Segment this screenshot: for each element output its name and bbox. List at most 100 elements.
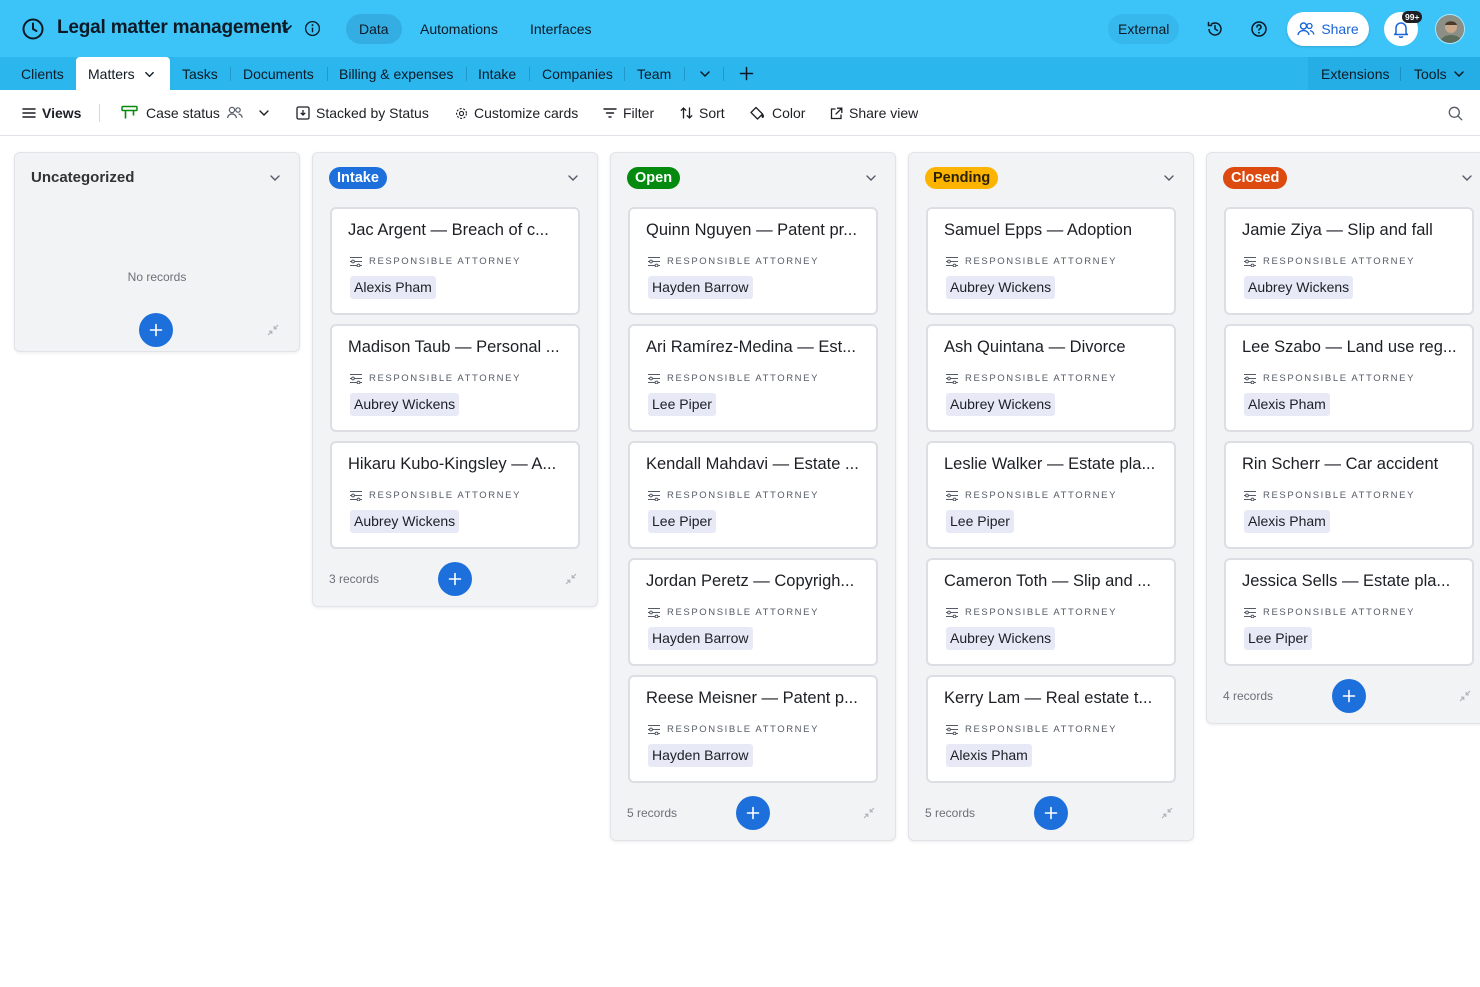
field-label: RESPONSIBLE ATTORNEY xyxy=(1243,607,1415,618)
base-title[interactable]: Legal matter management xyxy=(57,17,288,39)
table-tab-intake[interactable]: Intake xyxy=(478,57,516,90)
status-badge: Intake xyxy=(329,167,387,189)
add-table-plus-icon[interactable] xyxy=(739,66,754,81)
extensions-button[interactable]: Extensions xyxy=(1321,57,1389,90)
chevron-down-icon[interactable] xyxy=(1453,68,1465,80)
record-card[interactable]: Kerry Lam — Real estate t... RESPONSIBLE … xyxy=(926,675,1176,783)
help-icon[interactable] xyxy=(1249,19,1269,39)
attorney-chip: Lee Piper xyxy=(1244,627,1312,650)
record-card[interactable]: Leslie Walker — Estate pla... RESPONSIBLE… xyxy=(926,441,1176,549)
field-label-text: RESPONSIBLE ATTORNEY xyxy=(369,490,522,501)
record-card[interactable]: Ari Ramírez-Medina — Est... RESPONSIBLE A… xyxy=(628,324,878,432)
record-card[interactable]: Jamie Ziya — Slip and fall RESPONSIBLE AT… xyxy=(1224,207,1474,315)
column-header[interactable]: Uncategorized xyxy=(31,167,134,189)
chevron-down-icon[interactable] xyxy=(865,172,877,184)
field-label: RESPONSIBLE ATTORNEY xyxy=(349,490,521,501)
share-view-label: Share view xyxy=(849,105,919,121)
attorney-chip: Hayden Barrow xyxy=(648,744,753,767)
collapse-icon[interactable] xyxy=(863,807,875,819)
nav-tab-automations[interactable]: Automations xyxy=(407,14,511,44)
column-header[interactable]: Intake xyxy=(329,167,387,189)
field-label-text: RESPONSIBLE ATTORNEY xyxy=(965,256,1118,267)
plus-icon xyxy=(149,323,163,337)
column-header[interactable]: Closed xyxy=(1223,167,1288,189)
share-view-button[interactable]: Share view xyxy=(830,90,918,136)
attorney-chip: Aubrey Wickens xyxy=(1244,276,1354,299)
table-tab-tasks[interactable]: Tasks xyxy=(182,57,218,90)
collapse-icon[interactable] xyxy=(1161,807,1173,819)
table-tab-label: Matters xyxy=(88,66,135,82)
color-button[interactable]: Color xyxy=(750,90,805,136)
table-tab-matters[interactable]: Matters xyxy=(76,57,170,90)
add-record-button[interactable] xyxy=(438,562,472,596)
collapse-icon[interactable] xyxy=(565,573,577,585)
table-tab-clients[interactable]: Clients xyxy=(21,57,64,90)
lookup-field-icon xyxy=(1244,490,1256,501)
chevron-down-icon[interactable] xyxy=(567,172,579,184)
field-label-text: RESPONSIBLE ATTORNEY xyxy=(667,256,820,267)
record-count: 5 records xyxy=(925,806,976,820)
chevron-down-icon[interactable] xyxy=(281,22,293,34)
attorney-chip: Alexis Pham xyxy=(1244,510,1330,533)
record-card[interactable]: Jac Argent — Breach of c... RESPONSIBLE A… xyxy=(330,207,580,315)
history-icon[interactable] xyxy=(1205,19,1225,39)
table-tab-documents[interactable]: Documents xyxy=(243,57,314,90)
record-card[interactable]: Kendall Mahdavi — Estate ... RESPONSIBLE … xyxy=(628,441,878,549)
add-record-button[interactable] xyxy=(736,796,770,830)
chevron-down-icon[interactable] xyxy=(1461,172,1473,184)
add-record-button[interactable] xyxy=(1332,679,1366,713)
record-card[interactable]: Hikaru Kubo-Kingsley — A... RESPONSIBLE A… xyxy=(330,441,580,549)
collapse-icon[interactable] xyxy=(267,324,279,336)
external-button[interactable]: External xyxy=(1108,14,1180,44)
sort-button[interactable]: Sort xyxy=(680,90,725,136)
lookup-field-icon xyxy=(1244,607,1256,618)
extensions-area: Extensions Tools xyxy=(1308,57,1480,90)
column-header[interactable]: Pending xyxy=(925,167,999,189)
clock-logo-icon[interactable] xyxy=(21,17,45,41)
chevron-down-icon[interactable] xyxy=(1163,172,1175,184)
filter-button[interactable]: Filter xyxy=(603,90,654,136)
color-label: Color xyxy=(772,105,806,121)
tab-divider xyxy=(684,67,685,81)
views-label: Views xyxy=(42,105,82,121)
nav-tab-interfaces[interactable]: Interfaces xyxy=(517,14,604,44)
menu-icon xyxy=(22,108,36,118)
record-card[interactable]: Reese Meisner — Patent p... RESPONSIBLE A… xyxy=(628,675,878,783)
record-card[interactable]: Samuel Epps — Adoption RESPONSIBLE ATTORN… xyxy=(926,207,1176,315)
view-switcher[interactable]: Case status xyxy=(121,90,270,136)
add-record-button[interactable] xyxy=(1034,796,1068,830)
record-card[interactable]: Jordan Peretz — Copyrigh... RESPONSIBLE A… xyxy=(628,558,878,666)
record-card[interactable]: Ash Quintana — Divorce RESPONSIBLE ATTORN… xyxy=(926,324,1176,432)
record-card[interactable]: Jessica Sells — Estate pla... RESPONSIBLE… xyxy=(1224,558,1474,666)
record-card[interactable]: Cameron Toth — Slip and ... RESPONSIBLE A… xyxy=(926,558,1176,666)
card-title: Ash Quintana — Divorce xyxy=(944,338,1126,356)
attorney-chip: Aubrey Wickens xyxy=(350,510,460,533)
stacked-by-button[interactable]: Stacked by Status xyxy=(296,90,429,136)
attorney-chip: Aubrey Wickens xyxy=(946,276,1056,299)
nav-tab-data[interactable]: Data xyxy=(346,14,402,44)
info-icon[interactable] xyxy=(304,20,321,37)
chevron-down-icon[interactable] xyxy=(699,68,711,80)
search-icon[interactable] xyxy=(1448,106,1463,121)
status-badge: Pending xyxy=(925,167,999,189)
table-tab-team[interactable]: Team xyxy=(637,57,671,90)
chevron-down-icon[interactable] xyxy=(269,172,281,184)
table-tab-companies[interactable]: Companies xyxy=(542,57,613,90)
tab-divider xyxy=(529,67,530,81)
column-header[interactable]: Open xyxy=(627,167,681,189)
add-record-button[interactable] xyxy=(139,313,173,347)
tools-button[interactable]: Tools xyxy=(1414,57,1447,90)
table-tab-billing[interactable]: Billing & expenses xyxy=(339,57,453,90)
field-label-text: RESPONSIBLE ATTORNEY xyxy=(965,607,1118,618)
plus-icon xyxy=(1044,806,1058,820)
views-button[interactable]: Views xyxy=(22,90,81,136)
record-card[interactable]: Rin Scherr — Car accident RESPONSIBLE ATT… xyxy=(1224,441,1474,549)
chevron-down-icon[interactable] xyxy=(144,69,155,80)
collapse-icon[interactable] xyxy=(1459,690,1471,702)
record-card[interactable]: Quinn Nguyen — Patent pr... RESPONSIBLE A… xyxy=(628,207,878,315)
record-card[interactable]: Lee Szabo — Land use reg... RESPONSIBLE A… xyxy=(1224,324,1474,432)
customize-cards-button[interactable]: Customize cards xyxy=(455,90,578,136)
record-card[interactable]: Madison Taub — Personal ... RESPONSIBLE A… xyxy=(330,324,580,432)
share-button[interactable]: Share xyxy=(1287,12,1369,46)
avatar[interactable] xyxy=(1435,14,1465,44)
